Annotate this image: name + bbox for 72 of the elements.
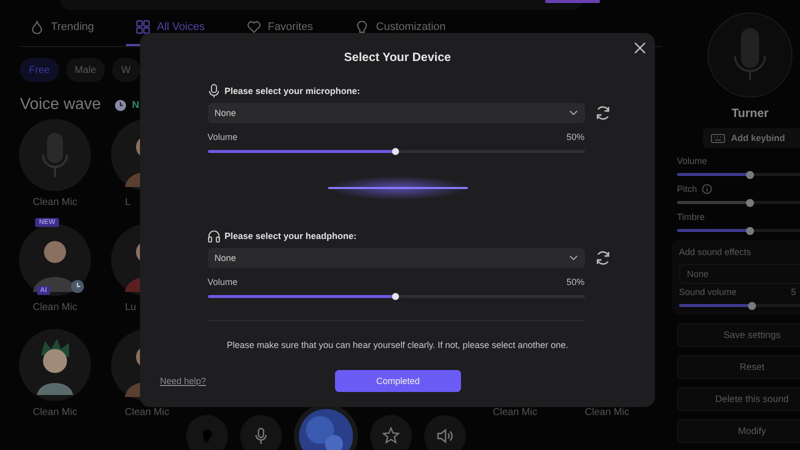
slider-reading: 5 xyxy=(790,287,796,297)
voice-name: Lu xyxy=(125,302,138,313)
filter-chip[interactable]: Free xyxy=(20,58,59,82)
slider-label: Timbre xyxy=(677,212,705,222)
chevron-icon xyxy=(568,110,578,116)
refresh-icon xyxy=(594,250,610,266)
dialog-title: Select Your Device xyxy=(344,50,451,64)
filter-chip[interactable]: Male xyxy=(66,58,106,82)
slider[interactable] xyxy=(679,304,800,307)
clock-icon xyxy=(71,280,84,293)
device-dropdown[interactable]: None xyxy=(208,103,584,123)
voice-name: Clean Mic xyxy=(584,407,630,418)
device-label: Please select your microphone: xyxy=(224,86,360,96)
chevron-icon xyxy=(568,255,578,261)
voice-name: Clean Mic xyxy=(492,407,538,418)
slider-label: Sound volume xyxy=(679,287,737,297)
add-keybind-button[interactable]: Add keybind xyxy=(703,128,800,148)
volume-reading: 50% xyxy=(566,277,584,287)
close-button[interactable] xyxy=(633,41,647,55)
slider[interactable] xyxy=(677,173,800,176)
volume-slider[interactable] xyxy=(208,295,584,298)
volume-reading: 50% xyxy=(566,132,584,142)
device-dropdown[interactable]: None xyxy=(208,248,584,268)
category-tab[interactable]: Customization xyxy=(344,10,456,46)
voice-name: Clean Mic xyxy=(124,407,170,418)
voice-orb-icon[interactable] xyxy=(294,404,358,450)
speaker-icon xyxy=(436,427,454,445)
refresh-icon xyxy=(594,105,610,121)
person-avatar[interactable] xyxy=(19,224,91,296)
star-icon xyxy=(382,427,400,445)
voice-name: Clean Mic xyxy=(32,197,78,208)
slider[interactable] xyxy=(677,201,800,204)
slider[interactable] xyxy=(677,229,800,232)
hint-text: Please make sure that you can hear yourself clearly. If not, please select another one. xyxy=(226,340,568,350)
refresh-button[interactable] xyxy=(594,105,610,121)
section-tag: N xyxy=(132,100,140,110)
completed-button[interactable]: Completed xyxy=(335,370,461,392)
volume-label: Volume xyxy=(208,277,238,287)
bulb-icon xyxy=(354,20,369,34)
category-tab[interactable]: Favorites xyxy=(236,10,323,46)
slider-label: Pitch xyxy=(677,184,698,194)
volume-slider[interactable] xyxy=(208,150,584,153)
microphone-button[interactable] xyxy=(240,415,282,450)
heart-icon xyxy=(246,20,261,34)
microphone-icon xyxy=(208,84,220,98)
panel-button[interactable]: Delete this sound xyxy=(677,387,800,411)
voice-name: Clean Mic xyxy=(32,302,78,313)
character-avatar[interactable] xyxy=(19,329,91,401)
speaker-button[interactable] xyxy=(424,415,466,450)
voice-name: L xyxy=(125,197,132,208)
slider-label: Volume xyxy=(677,156,708,166)
panel-button[interactable]: Modify xyxy=(677,419,800,443)
filter-chip[interactable]: W xyxy=(112,58,140,82)
accent-bar xyxy=(545,0,600,3)
panel-button[interactable]: Save settings xyxy=(677,323,800,347)
effects-dropdown[interactable]: None xyxy=(679,264,800,284)
clock-icon xyxy=(114,100,126,110)
category-tab[interactable]: Trending xyxy=(20,10,104,46)
voice-title: Turner xyxy=(730,106,770,120)
panel-button[interactable]: Reset xyxy=(677,355,800,379)
effects-button[interactable] xyxy=(370,415,412,450)
grid-icon xyxy=(136,20,150,34)
voice-name: Clean Mic xyxy=(32,407,78,418)
headphones-icon xyxy=(208,229,220,243)
refresh-button[interactable] xyxy=(594,250,610,266)
keyboard-icon xyxy=(711,134,725,142)
flame-icon xyxy=(30,20,44,34)
help-link[interactable]: Need help? xyxy=(160,376,206,386)
section-title: Voice wave xyxy=(20,96,101,114)
effects-label: Add sound effects xyxy=(679,247,751,257)
device-label: Please select your headphone: xyxy=(224,231,357,241)
volume-label: Volume xyxy=(208,132,238,142)
